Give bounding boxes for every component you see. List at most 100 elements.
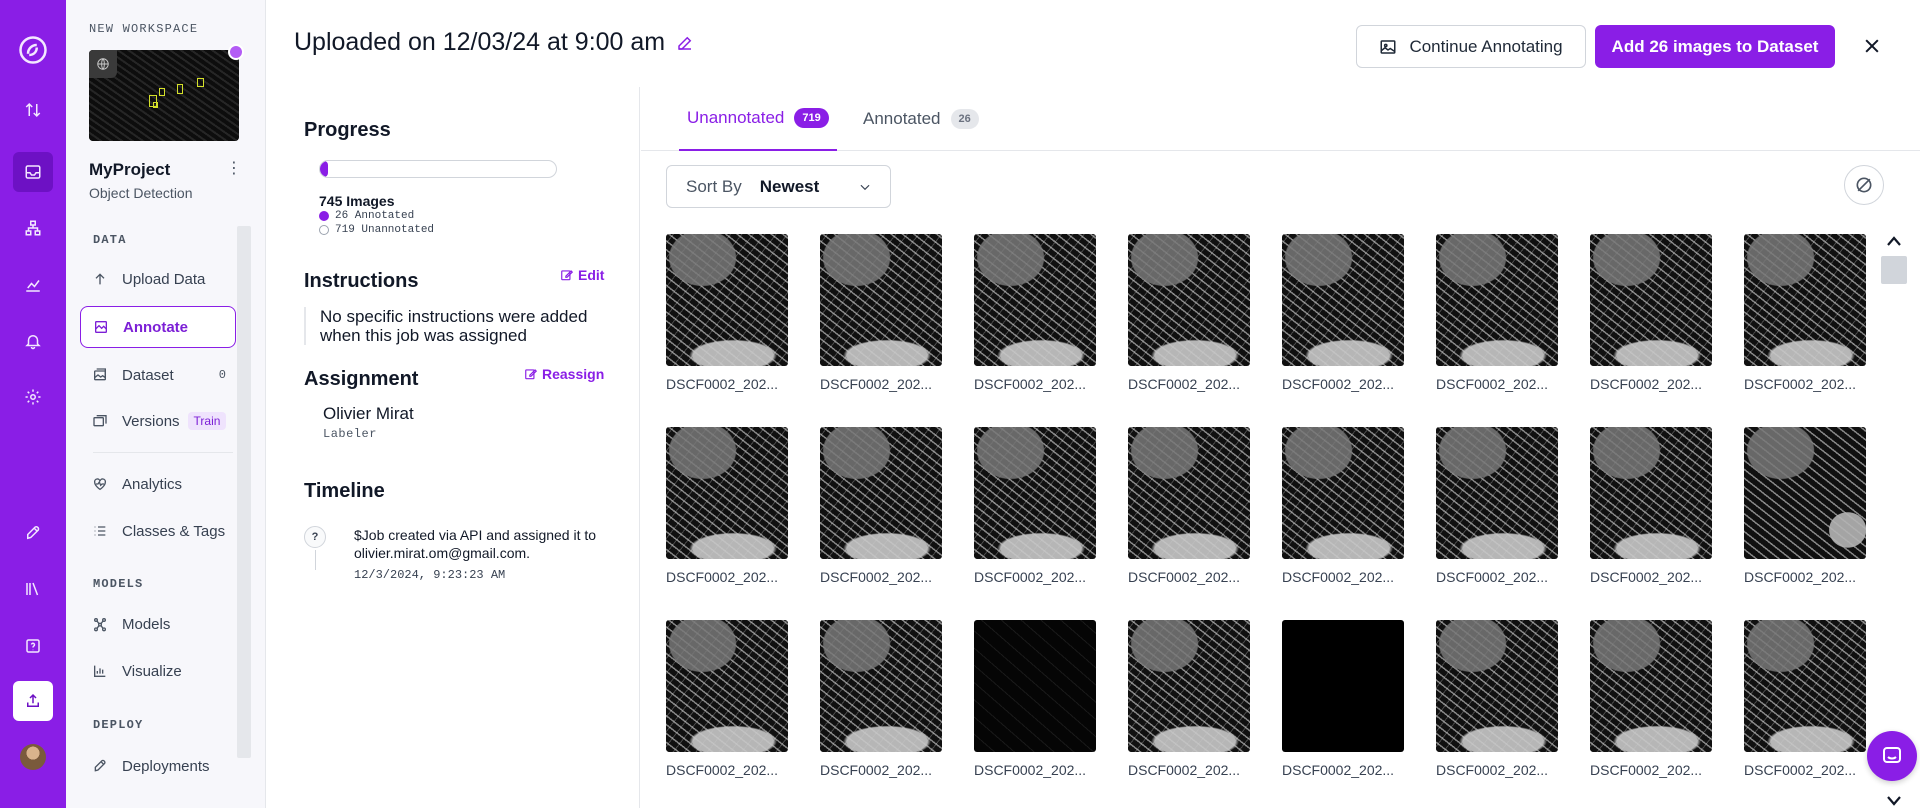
image-thumbnail[interactable] bbox=[1128, 620, 1250, 752]
chart-icon[interactable] bbox=[13, 265, 53, 305]
rocket-icon[interactable] bbox=[13, 513, 53, 553]
image-thumbnail[interactable] bbox=[820, 620, 942, 752]
timeline-line bbox=[315, 550, 316, 570]
image-card[interactable]: DSCF0002_202... bbox=[1282, 620, 1404, 778]
eye-off-icon[interactable] bbox=[1844, 165, 1884, 205]
image-card[interactable]: DSCF0002_202... bbox=[666, 427, 788, 585]
image-card[interactable]: DSCF0002_202... bbox=[1590, 620, 1712, 778]
image-card[interactable]: DSCF0002_202... bbox=[820, 234, 942, 392]
image-thumbnail[interactable] bbox=[1590, 427, 1712, 559]
sort-dropdown[interactable]: Sort By Newest bbox=[666, 165, 891, 208]
image-card[interactable]: DSCF0002_202... bbox=[1590, 427, 1712, 585]
edit-instructions-button[interactable]: Edit bbox=[560, 267, 604, 283]
sidebar-item-annotate[interactable]: Annotate bbox=[80, 306, 236, 348]
roboflow-logo-icon[interactable] bbox=[13, 30, 53, 70]
image-thumbnail[interactable] bbox=[1744, 427, 1866, 559]
image-card[interactable]: DSCF0002_202... bbox=[1436, 620, 1558, 778]
image-thumbnail[interactable] bbox=[1744, 620, 1866, 752]
scrollbar-thumb[interactable] bbox=[1881, 256, 1907, 284]
image-card[interactable]: DSCF0002_202... bbox=[1436, 427, 1558, 585]
bell-icon[interactable] bbox=[13, 321, 53, 361]
tab-unannotated[interactable]: Unannotated 719 bbox=[679, 87, 837, 151]
image-card[interactable]: DSCF0002_202... bbox=[820, 620, 942, 778]
image-card[interactable]: DSCF0002_202... bbox=[1590, 234, 1712, 392]
image-thumbnail[interactable] bbox=[820, 234, 942, 366]
image-caption: DSCF0002_202... bbox=[1282, 376, 1395, 392]
image-thumbnail[interactable] bbox=[1744, 234, 1866, 366]
sidebar-item-deployments[interactable]: Deployments bbox=[80, 745, 236, 787]
image-thumbnail[interactable] bbox=[1282, 427, 1404, 559]
reassign-button[interactable]: Reassign bbox=[524, 366, 604, 382]
image-card[interactable]: DSCF0002_202... bbox=[1744, 427, 1866, 585]
avatar[interactable] bbox=[20, 744, 46, 770]
sidebar-item-dataset[interactable]: Dataset 0 bbox=[80, 354, 236, 396]
inbox-icon[interactable] bbox=[13, 152, 53, 192]
image-card[interactable]: DSCF0002_202... bbox=[1128, 620, 1250, 778]
sidebar-item-models[interactable]: Models bbox=[80, 603, 236, 645]
sidebar-item-classes-tags[interactable]: Classes & Tags bbox=[80, 510, 236, 552]
kebab-menu-icon[interactable]: ⋮ bbox=[226, 158, 242, 178]
image-card[interactable]: DSCF0002_202... bbox=[1128, 234, 1250, 392]
image-card[interactable]: DSCF0002_202... bbox=[1744, 620, 1866, 778]
sidebar-item-label: Visualize bbox=[122, 662, 182, 680]
close-icon[interactable] bbox=[1860, 34, 1884, 58]
library-icon[interactable] bbox=[13, 569, 53, 609]
image-thumbnail[interactable] bbox=[666, 620, 788, 752]
scroll-down-icon[interactable] bbox=[1886, 794, 1902, 808]
gear-icon[interactable] bbox=[13, 377, 53, 417]
image-card[interactable]: DSCF0002_202... bbox=[666, 234, 788, 392]
image-thumbnail[interactable] bbox=[1436, 620, 1558, 752]
tab-label: Unannotated bbox=[687, 108, 785, 127]
timeline-event-text: $Job created via API and assigned it to … bbox=[354, 527, 597, 561]
image-card[interactable]: DSCF0002_202... bbox=[820, 427, 942, 585]
swap-icon[interactable] bbox=[13, 90, 53, 130]
continue-annotating-button[interactable]: Continue Annotating bbox=[1356, 25, 1586, 68]
pencil-icon[interactable] bbox=[676, 34, 696, 54]
image-thumbnail[interactable] bbox=[1590, 234, 1712, 366]
image-thumbnail[interactable] bbox=[666, 234, 788, 366]
tab-annotated[interactable]: Annotated 26 bbox=[863, 87, 979, 151]
sidebar-item-upload-data[interactable]: Upload Data bbox=[80, 258, 236, 300]
image-thumbnail[interactable] bbox=[666, 427, 788, 559]
image-thumbnail[interactable] bbox=[1282, 620, 1404, 752]
dataset-count: 0 bbox=[218, 368, 226, 382]
rocket-icon bbox=[94, 759, 106, 772]
image-caption: DSCF0002_202... bbox=[1282, 569, 1395, 585]
image-card[interactable]: DSCF0002_202... bbox=[1282, 427, 1404, 585]
image-thumbnail[interactable] bbox=[974, 427, 1096, 559]
image-card[interactable]: DSCF0002_202... bbox=[666, 620, 788, 778]
image-card[interactable]: DSCF0002_202... bbox=[974, 620, 1096, 778]
sidebar-item-label: Models bbox=[122, 615, 171, 633]
image-thumbnail[interactable] bbox=[1128, 427, 1250, 559]
sidebar-item-analytics[interactable]: Analytics bbox=[80, 463, 236, 505]
image-thumbnail[interactable] bbox=[820, 427, 942, 559]
grid-scrollbar[interactable] bbox=[1880, 234, 1908, 808]
scroll-up-icon[interactable] bbox=[1886, 234, 1902, 248]
image-thumbnail[interactable] bbox=[974, 234, 1096, 366]
chevron-down-icon bbox=[860, 184, 870, 190]
hierarchy-icon[interactable] bbox=[13, 208, 53, 248]
image-thumbnail[interactable] bbox=[974, 620, 1096, 752]
image-card[interactable]: DSCF0002_202... bbox=[1436, 234, 1558, 392]
image-thumbnail[interactable] bbox=[1282, 234, 1404, 366]
unannotated-count: 719 Unannotated bbox=[335, 224, 435, 236]
upload-icon[interactable] bbox=[13, 681, 53, 721]
image-card[interactable]: DSCF0002_202... bbox=[1282, 234, 1404, 392]
image-card[interactable]: DSCF0002_202... bbox=[1128, 427, 1250, 585]
add-to-dataset-button[interactable]: Add 26 images to Dataset bbox=[1595, 25, 1835, 68]
sidebar-item-visualize[interactable]: Visualize bbox=[80, 650, 236, 692]
image-thumbnail[interactable] bbox=[1436, 234, 1558, 366]
image-card[interactable]: DSCF0002_202... bbox=[1744, 234, 1866, 392]
image-card[interactable]: DSCF0002_202... bbox=[974, 427, 1096, 585]
bar-chart-icon bbox=[94, 665, 106, 677]
image-thumbnail[interactable] bbox=[1128, 234, 1250, 366]
sidebar-scrollbar[interactable] bbox=[237, 226, 251, 758]
image-thumbnail[interactable] bbox=[1436, 427, 1558, 559]
help-icon[interactable] bbox=[13, 626, 53, 666]
image-thumbnail[interactable] bbox=[1590, 620, 1712, 752]
sidebar-item-versions[interactable]: Versions Train bbox=[80, 400, 236, 442]
project-thumbnail[interactable] bbox=[89, 50, 239, 141]
image-card[interactable]: DSCF0002_202... bbox=[974, 234, 1096, 392]
chat-icon[interactable] bbox=[1867, 731, 1917, 781]
train-badge[interactable]: Train bbox=[187, 412, 227, 430]
